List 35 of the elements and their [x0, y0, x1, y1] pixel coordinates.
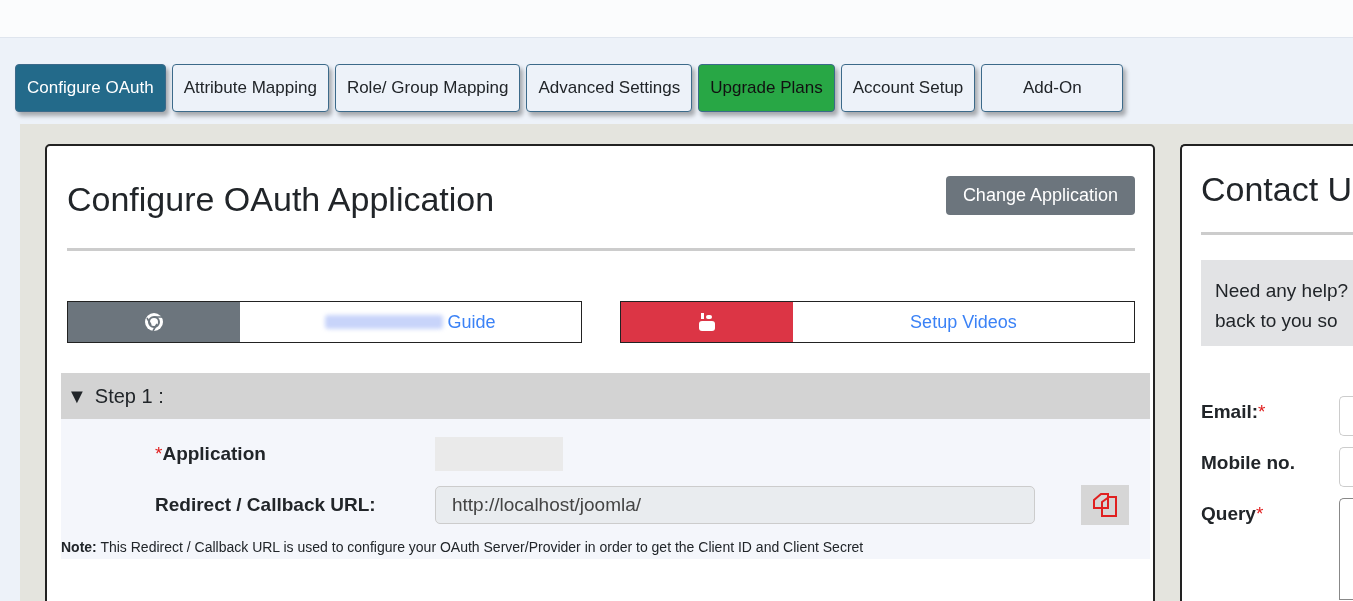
guide-link-box[interactable]: Guide — [67, 301, 582, 343]
tab[interactable]: Role/ Group Mapping — [334, 64, 521, 112]
card-title: Contact U — [1201, 170, 1353, 209]
guide-link[interactable]: Setup Videos — [910, 311, 1017, 333]
copy-button[interactable] — [1081, 485, 1129, 525]
guide-link[interactable]: Guide — [447, 311, 496, 333]
tab[interactable]: Add-On — [981, 64, 1124, 112]
field-label: Mobile no. — [1201, 451, 1296, 475]
guide-link-box[interactable]: Setup Videos — [620, 301, 1135, 343]
required-asterisk: * — [155, 443, 163, 464]
copy-icon — [1091, 491, 1119, 519]
tab[interactable]: Account Setup — [840, 64, 976, 112]
field-label: Query* — [1201, 502, 1265, 526]
tab[interactable]: Configure OAuth — [15, 64, 166, 112]
tab[interactable]: Upgrade Plans — [698, 64, 835, 112]
tab[interactable]: Advanced Settings — [526, 64, 693, 112]
browser-logo-icon — [144, 312, 164, 332]
input-field[interactable] — [1339, 396, 1353, 436]
required-asterisk: * — [1258, 401, 1266, 422]
step-header[interactable]: ▼ Step 1 : — [61, 373, 1150, 419]
input-field[interactable] — [1339, 447, 1353, 487]
tab[interactable]: Attribute Mapping — [171, 64, 329, 112]
callback-url-field[interactable]: http://localhost/joomla/ — [435, 486, 1035, 524]
required-asterisk: * — [1255, 503, 1264, 524]
step-label: Step 1 : — [94, 384, 164, 408]
field-label: *Application — [154, 443, 267, 465]
query-textarea[interactable] — [1339, 498, 1353, 600]
change-application-button[interactable]: Change Application — [945, 176, 1135, 215]
field-label: Redirect / Callback URL: — [154, 494, 377, 516]
note-text: Note: This Redirect / Callback URL is used to configure your OAuth Server/Provider in order to get the Client ID and Client Secret — [61, 539, 865, 555]
collapse-toggle[interactable]: ▼ — [67, 384, 87, 408]
help-text: back to you so — [1215, 309, 1339, 333]
field-label: Email:* — [1201, 400, 1267, 424]
help-text: Need any help? — [1215, 279, 1350, 303]
card-title: Configure OAuth Application — [67, 180, 495, 219]
